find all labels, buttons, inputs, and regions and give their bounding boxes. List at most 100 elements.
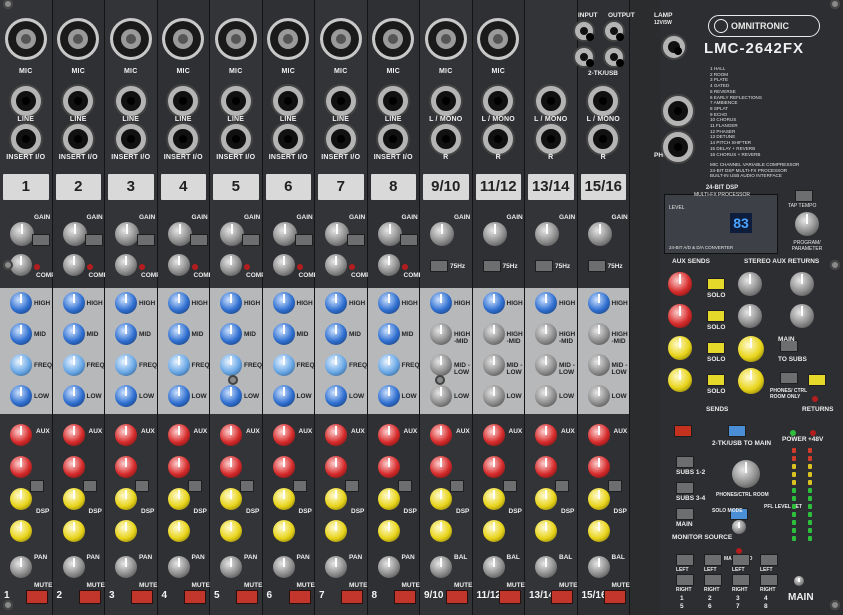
dsp-send-knob[interactable]: [325, 520, 347, 542]
mid-eq-knob[interactable]: [220, 323, 242, 345]
pan-knob[interactable]: [377, 556, 400, 578]
phones-ctrl-button[interactable]: [780, 372, 798, 384]
comp-knob[interactable]: [10, 254, 32, 276]
freq-eq-knob[interactable]: [115, 354, 137, 376]
hz75-button[interactable]: [32, 234, 50, 246]
aux-send-knob[interactable]: [430, 456, 452, 478]
high-mid-eq-knob[interactable]: [587, 323, 610, 345]
pan-knob[interactable]: [62, 556, 85, 578]
mid-eq-knob[interactable]: [62, 323, 85, 345]
dsp-send-knob[interactable]: [10, 488, 32, 510]
pan-knob[interactable]: [482, 556, 505, 578]
mid-eq-knob[interactable]: [167, 323, 190, 345]
hz75-button[interactable]: [587, 260, 606, 272]
dsp-send-knob[interactable]: [62, 520, 85, 542]
pre-post-button[interactable]: [555, 480, 569, 492]
gain-knob[interactable]: [62, 222, 87, 246]
comp-knob[interactable]: [377, 254, 400, 276]
line-input-jack[interactable]: [220, 86, 251, 116]
line-input-jack[interactable]: [10, 86, 41, 116]
freq-eq-knob[interactable]: [377, 354, 400, 376]
mute-button[interactable]: [183, 590, 206, 604]
left-mono-jack[interactable]: [588, 86, 619, 116]
high-eq-knob[interactable]: [325, 292, 347, 314]
freq-eq-knob[interactable]: [325, 354, 347, 376]
right-jack[interactable]: [535, 124, 566, 154]
dsp-send-knob[interactable]: [377, 520, 400, 542]
dsp-send-knob[interactable]: [272, 488, 295, 510]
sub-left-button[interactable]: [676, 554, 694, 566]
aux-solo-button[interactable]: [707, 374, 725, 386]
mic-xlr-input[interactable]: [214, 18, 257, 60]
aux-send-knob[interactable]: [220, 424, 242, 446]
insert-jack[interactable]: [168, 124, 199, 154]
hz75-button[interactable]: [189, 234, 208, 246]
gain-knob[interactable]: [220, 222, 244, 246]
dsp-send-knob[interactable]: [220, 520, 242, 542]
aux-send-knob[interactable]: [62, 456, 85, 478]
hz75-button[interactable]: [137, 234, 155, 246]
aux-solo-button[interactable]: [707, 310, 725, 322]
aux-send-knob[interactable]: [377, 424, 400, 446]
high-eq-knob[interactable]: [482, 292, 505, 314]
mute-button[interactable]: [446, 590, 468, 604]
comp-knob[interactable]: [272, 254, 295, 276]
pan-knob[interactable]: [115, 556, 137, 578]
insert-jack[interactable]: [220, 124, 251, 154]
rca-output-jack[interactable]: [575, 48, 594, 67]
return-solo-button[interactable]: [808, 374, 826, 386]
mute-button[interactable]: [551, 590, 573, 604]
high-eq-knob[interactable]: [62, 292, 85, 314]
rca-input-jack[interactable]: [605, 22, 624, 41]
aux-send-master-knob[interactable]: [668, 336, 692, 360]
gain-knob[interactable]: [272, 222, 297, 246]
aux-send-knob[interactable]: [272, 456, 295, 478]
rca-output-jack[interactable]: [605, 48, 624, 67]
pan-knob[interactable]: [430, 556, 452, 578]
dsp-send-knob[interactable]: [430, 520, 452, 542]
hz75-button[interactable]: [535, 260, 553, 272]
aux-solo-button[interactable]: [707, 342, 725, 354]
high-eq-knob[interactable]: [115, 292, 137, 314]
gain-knob[interactable]: [482, 222, 507, 246]
mute-button[interactable]: [288, 590, 311, 604]
return-main-knob[interactable]: [738, 336, 764, 362]
gain-knob[interactable]: [430, 222, 454, 246]
aux-send-knob[interactable]: [482, 424, 505, 446]
pre-post-button[interactable]: [135, 480, 149, 492]
gain-knob[interactable]: [325, 222, 349, 246]
dsp-send-knob[interactable]: [115, 488, 137, 510]
aux-send-knob[interactable]: [10, 424, 32, 446]
mid-eq-knob[interactable]: [325, 323, 347, 345]
right-jack[interactable]: [430, 124, 461, 154]
insert-jack[interactable]: [273, 124, 304, 154]
tap-tempo-button[interactable]: [795, 190, 813, 202]
aux-send-knob[interactable]: [535, 456, 557, 478]
hz75-button[interactable]: [242, 234, 260, 246]
comp-knob[interactable]: [325, 254, 347, 276]
pre-post-button[interactable]: [240, 480, 254, 492]
mid-low-eq-knob[interactable]: [587, 354, 610, 376]
dsp-send-knob[interactable]: [587, 520, 610, 542]
aux-send-knob[interactable]: [167, 456, 190, 478]
low-eq-knob[interactable]: [587, 385, 610, 407]
aux-return-knob[interactable]: [738, 304, 762, 328]
pan-knob[interactable]: [535, 556, 557, 578]
hz75-button[interactable]: [84, 234, 103, 246]
aux-send-master-knob[interactable]: [668, 304, 692, 328]
mute-button[interactable]: [236, 590, 258, 604]
solo-level-knob[interactable]: [732, 520, 746, 534]
right-jack[interactable]: [483, 124, 514, 154]
aux-send-knob[interactable]: [430, 424, 452, 446]
pre-post-button[interactable]: [345, 480, 359, 492]
high-eq-knob[interactable]: [272, 292, 295, 314]
line-input-jack[interactable]: [325, 86, 356, 116]
mic-xlr-input[interactable]: [372, 18, 415, 60]
dsp-send-knob[interactable]: [535, 488, 557, 510]
high-eq-knob[interactable]: [167, 292, 190, 314]
freq-eq-knob[interactable]: [167, 354, 190, 376]
line-input-jack[interactable]: [63, 86, 94, 116]
aux-send-knob[interactable]: [62, 424, 85, 446]
pre-post-button[interactable]: [397, 480, 412, 492]
gain-knob[interactable]: [167, 222, 192, 246]
